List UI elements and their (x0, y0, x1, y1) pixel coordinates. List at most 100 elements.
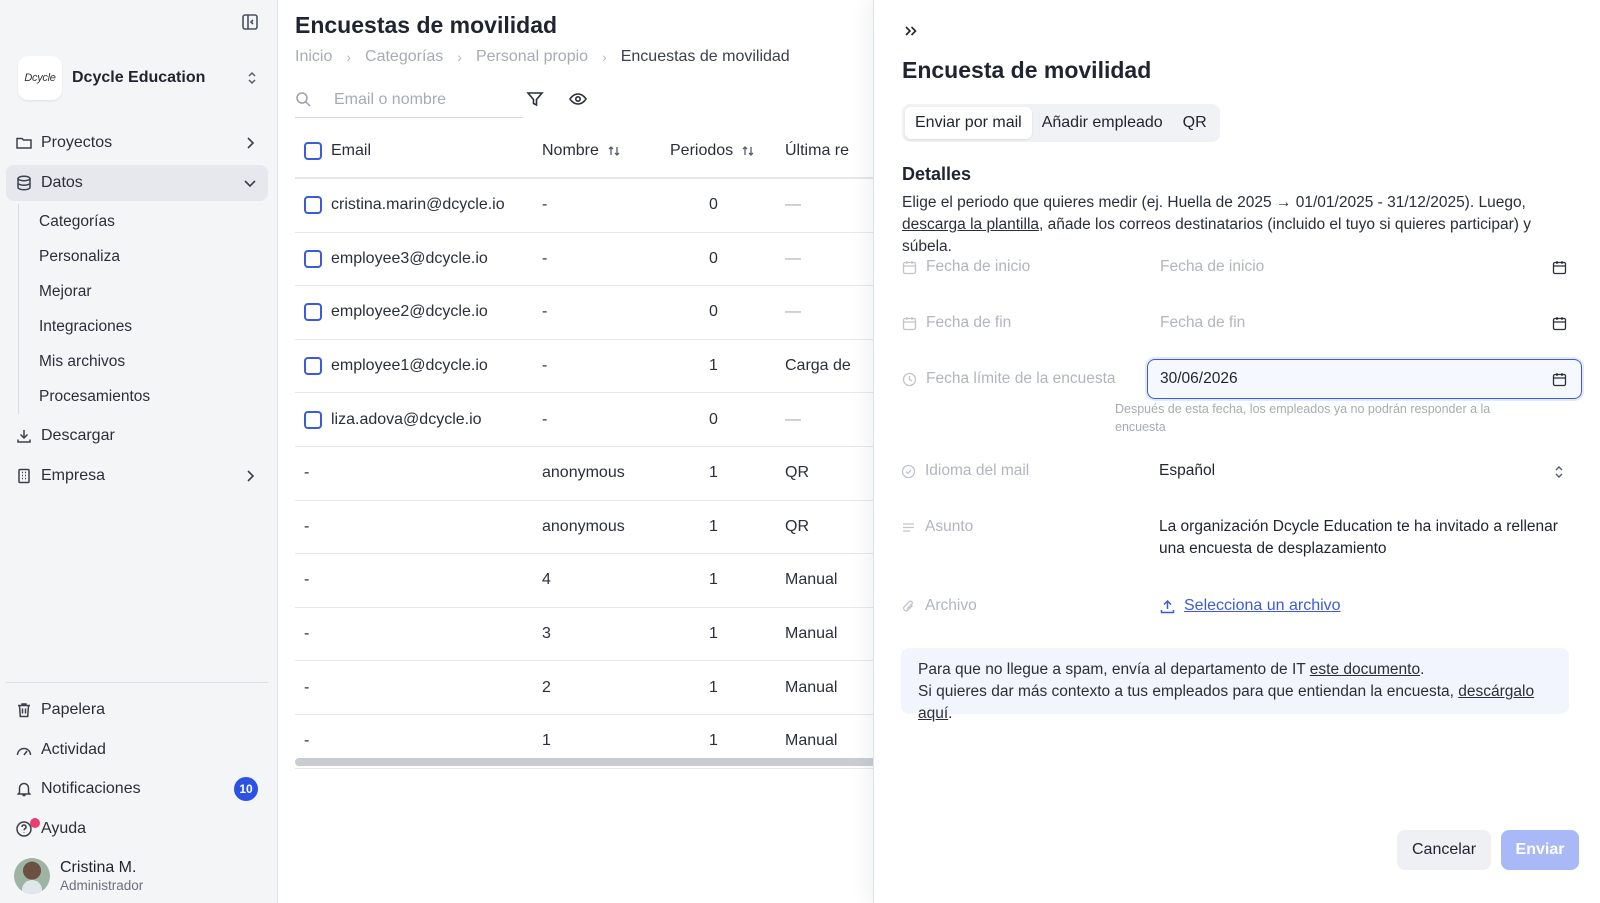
sidebar-item-proyectos[interactable]: Proyectos (6, 125, 268, 161)
subnav-item-procesamientos[interactable]: Procesamientos (39, 379, 268, 414)
sidebar-item-datos[interactable]: Datos (6, 164, 268, 201)
sidebar-item-empresa[interactable]: Empresa (6, 458, 268, 494)
paperclip-icon (901, 599, 916, 614)
table-row[interactable]: - 2 1 Manual (295, 661, 873, 715)
breadcrumb-personal-propio[interactable]: Personal propio (476, 48, 588, 66)
sidebar-item-label: Datos (41, 173, 83, 191)
search-input[interactable] (334, 90, 504, 109)
row-checkbox[interactable] (304, 196, 322, 215)
select-file-link[interactable]: Selecciona un archivo (1159, 597, 1341, 615)
filter-icon[interactable] (525, 89, 545, 109)
start-date-picker[interactable] (1147, 247, 1582, 287)
horizontal-scrollbar[interactable] (295, 758, 873, 766)
breadcrumb-separator-icon: › (346, 49, 352, 65)
sidebar-item-label: Proyectos (41, 134, 113, 151)
subject-label: Asunto (925, 518, 974, 535)
column-header-periodos[interactable]: Periodos (670, 142, 785, 160)
sidebar-item-label: Descargar (41, 427, 115, 444)
sort-icon[interactable] (741, 144, 755, 158)
cell-last: Manual (785, 732, 838, 750)
tab-anadir-empleado[interactable]: Añadir empleado (1032, 107, 1173, 139)
column-header-label: Periodos (670, 142, 734, 159)
cell-name: anonymous (542, 464, 625, 482)
subnav-item-mejorar[interactable]: Mejorar (39, 274, 268, 309)
table-header: Email Nombre Periodos Última re (295, 125, 873, 179)
sidebar-item-notificaciones[interactable]: Notificaciones 10 (6, 771, 268, 807)
sidebar-divider (6, 682, 268, 683)
it-document-link[interactable]: este documento (1310, 661, 1420, 678)
sidebar-item-papelera[interactable]: Papelera (6, 692, 268, 728)
row-checkbox[interactable] (304, 410, 322, 429)
search-icon (295, 91, 312, 108)
subnav-item-mis-archivos[interactable]: Mis archivos (39, 344, 268, 379)
select-all-checkbox[interactable] (304, 142, 322, 160)
table-row[interactable]: - 3 1 Manual (295, 608, 873, 662)
calendar-icon[interactable] (1552, 316, 1567, 331)
cell-last: — (785, 249, 801, 267)
deadline-label: Fecha límite de la encuesta (926, 370, 1116, 387)
send-button[interactable]: Enviar (1501, 830, 1579, 870)
info-text: Si quieres dar más contexto a tus emplea… (918, 683, 1459, 700)
text-lines-icon (901, 520, 916, 535)
datos-subnav: Categorías Personaliza Mejorar Integraci… (18, 204, 268, 414)
double-chevron-right-icon[interactable] (902, 22, 920, 40)
cell-periods: 1 (709, 571, 718, 589)
table-row[interactable]: employee1@dcycle.io - 1 Carga de (295, 340, 873, 394)
subnav-item-categorias[interactable]: Categorías (39, 204, 268, 239)
field-file: Archivo Selecciona un archivo (901, 586, 1581, 626)
table-row[interactable]: cristina.marin@dcycle.io - 0 — (295, 179, 873, 233)
subnav-item-integraciones[interactable]: Integraciones (39, 309, 268, 344)
table-row[interactable]: employee3@dcycle.io - 0 — (295, 233, 873, 287)
field-language: Idioma del mail Español (901, 451, 1581, 491)
row-checkbox[interactable] (304, 357, 322, 376)
org-switcher[interactable]: Dcycle Dcycle Education (18, 55, 268, 101)
sidebar-collapse-icon[interactable] (240, 12, 260, 32)
column-header-email: Email (331, 142, 372, 159)
subnav-item-personaliza[interactable]: Personaliza (39, 239, 268, 274)
deadline-date-picker[interactable] (1147, 359, 1582, 399)
chevron-up-down-icon (1552, 464, 1566, 480)
column-header-nombre[interactable]: Nombre (542, 142, 670, 160)
cell-name: 1 (542, 732, 551, 750)
table-row[interactable]: - anonymous 1 QR (295, 501, 873, 555)
file-label: Archivo (925, 597, 977, 614)
deadline-hint: Después de esta fecha, los empleados ya … (1115, 402, 1491, 434)
cancel-button[interactable]: Cancelar (1397, 830, 1491, 870)
tab-enviar-por-mail[interactable]: Enviar por mail (905, 107, 1032, 139)
table-row[interactable]: - anonymous 1 QR (295, 447, 873, 501)
cell-email: employee3@dcycle.io (331, 249, 488, 267)
field-deadline: Fecha límite de la encuesta (902, 359, 1582, 399)
end-date-input[interactable] (1160, 314, 1520, 332)
sidebar-item-ayuda[interactable]: Ayuda (6, 811, 268, 847)
start-date-input[interactable] (1160, 258, 1520, 276)
row-checkbox[interactable] (304, 303, 322, 322)
breadcrumb-inicio[interactable]: Inicio (295, 48, 332, 66)
download-template-link[interactable]: descarga la plantilla (902, 216, 1039, 233)
sort-icon[interactable] (607, 144, 621, 158)
language-select[interactable]: Español (1146, 451, 1581, 491)
subject-value[interactable]: La organización Dcycle Education te ha i… (1159, 516, 1559, 560)
check-circle-icon (901, 464, 916, 479)
breadcrumb-categorias[interactable]: Categorías (365, 48, 443, 66)
sidebar-item-label: Papelera (41, 701, 106, 718)
download-icon (15, 427, 33, 445)
sidebar-item-descargar[interactable]: Descargar (6, 418, 268, 454)
chevron-up-down-icon (244, 70, 260, 86)
eye-icon[interactable] (568, 89, 588, 109)
end-date-picker[interactable] (1147, 303, 1582, 343)
calendar-icon[interactable] (1552, 372, 1567, 387)
deadline-date-input[interactable] (1160, 370, 1520, 388)
cell-email: - (304, 678, 310, 696)
row-checkbox[interactable] (304, 249, 322, 268)
search-bar (295, 82, 523, 118)
info-text: . (948, 705, 953, 722)
main-nav: Proyectos Datos Categorías Personaliza M… (6, 125, 268, 497)
table-row[interactable]: liza.adova@dcycle.io - 0 — (295, 393, 873, 447)
table-row[interactable]: - 4 1 Manual (295, 554, 873, 608)
user-profile[interactable]: Cristina M. Administrador (14, 858, 143, 894)
tab-qr[interactable]: QR (1173, 107, 1217, 139)
calendar-icon[interactable] (1552, 260, 1567, 275)
cell-name: - (542, 303, 548, 321)
sidebar-item-actividad[interactable]: Actividad (6, 732, 268, 768)
table-row[interactable]: employee2@dcycle.io - 0 — (295, 286, 873, 340)
